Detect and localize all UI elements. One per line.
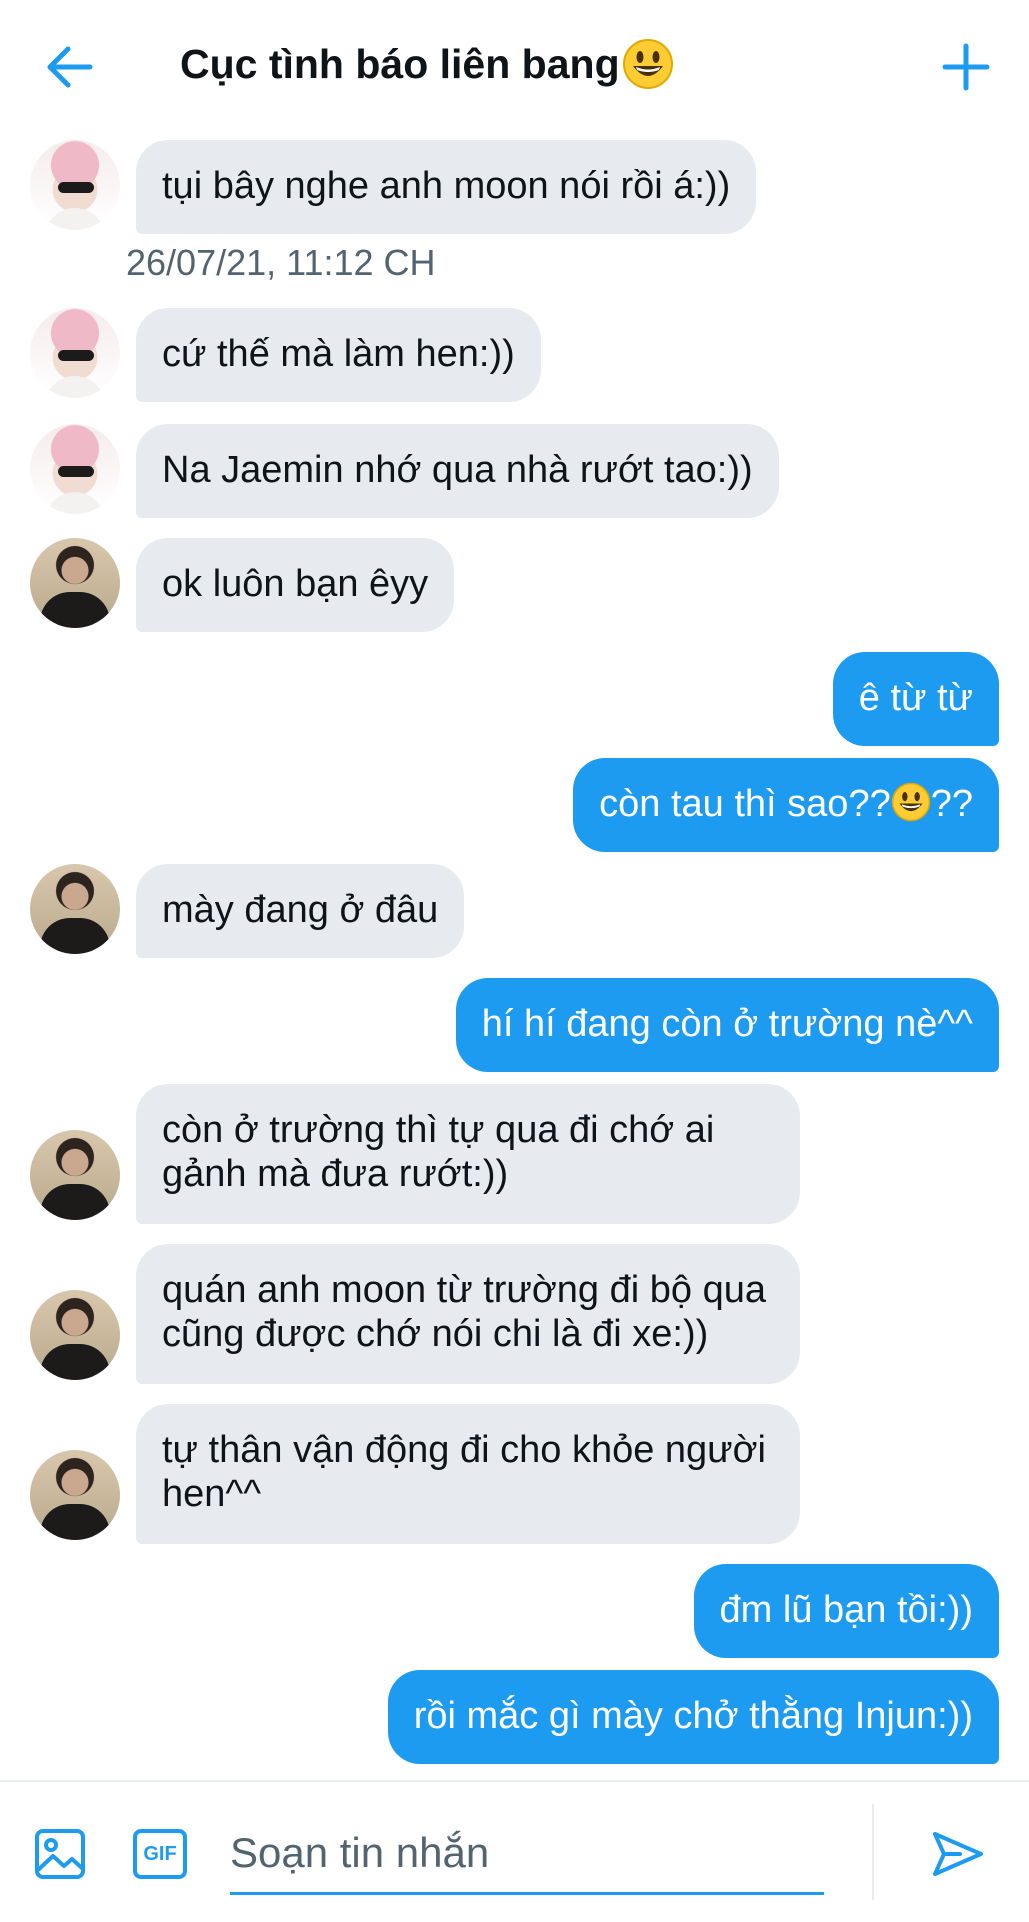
message-text: mày đang ở đâu (162, 889, 439, 931)
avatar[interactable] (30, 1450, 120, 1540)
gif-label: GIF (143, 1843, 177, 1865)
send-icon[interactable] (930, 1826, 986, 1882)
message-text: hí hí đang còn ở trường nè^^ (481, 1003, 973, 1045)
message-text: ok luôn bạn êyy (162, 563, 429, 605)
avatar[interactable] (30, 864, 120, 954)
message-bubble-incoming[interactable]: Na Jaemin nhớ qua nhà rướt tao:)) (136, 424, 779, 518)
message-composer: GIF (0, 1780, 1029, 1922)
conversation-title-text: Cục tình báo liên bang (180, 40, 620, 87)
message-text-after: ?? (930, 783, 973, 825)
message-bubble-outgoing[interactable]: đm lũ bạn tồi:)) (693, 1564, 999, 1658)
gif-button[interactable]: GIF (132, 1828, 188, 1880)
message-bubble-outgoing[interactable]: ê từ từ (832, 652, 999, 746)
message-bubble-outgoing[interactable]: rồi mắc gì mày chở thằng Injun:)) (387, 1670, 999, 1764)
message-bubble-incoming[interactable]: còn ở trường thì tự qua đi chớ ai gảnh m… (136, 1084, 800, 1224)
message-text: tụi bây nghe anh moon nói rồi á:)) (162, 165, 731, 207)
message-thread[interactable]: tụi bây nghe anh moon nói rồi á:)) 26/07… (0, 130, 1029, 1780)
composer-divider (872, 1804, 874, 1900)
message-text-before: còn tau thì sao?? (599, 783, 891, 825)
message-text-line: gảnh mà đưa rướt:)) (162, 1153, 509, 1195)
message-bubble-incoming[interactable]: tụi bây nghe anh moon nói rồi á:)) (136, 140, 757, 234)
conversation-title[interactable]: Cục tình báo liên bang (180, 38, 674, 90)
message-bubble-incoming[interactable]: ok luôn bạn êyy (136, 538, 455, 632)
avatar[interactable] (30, 140, 120, 230)
message-text-line: tự thân vận động đi cho khỏe người (162, 1429, 766, 1471)
message-text: Na Jaemin nhớ qua nhà rướt tao:)) (162, 449, 753, 491)
avatar[interactable] (30, 1290, 120, 1380)
message-text-line: còn ở trường thì tự qua đi chớ ai (162, 1109, 715, 1151)
message-bubble-incoming[interactable]: cứ thế mà làm hen:)) (136, 308, 541, 402)
message-text: ê từ từ (858, 677, 973, 719)
avatar[interactable] (30, 424, 120, 514)
grinning-face-icon (891, 782, 931, 822)
message-input[interactable] (230, 1814, 824, 1895)
message-text: cứ thế mà làm hen:)) (162, 333, 515, 375)
message-bubble-outgoing[interactable]: hí hí đang còn ở trường nè^^ (455, 978, 999, 1072)
avatar[interactable] (30, 1130, 120, 1220)
message-bubble-incoming[interactable]: tự thân vận động đi cho khỏe người hen^^ (136, 1404, 800, 1544)
arrow-left-icon[interactable] (44, 44, 94, 90)
message-bubble-incoming[interactable]: quán anh moon từ trường đi bộ qua cũng đ… (136, 1244, 800, 1384)
message-text: đm lũ bạn tồi:)) (719, 1589, 973, 1631)
message-text-line: hen^^ (162, 1473, 262, 1515)
message-timestamp: 26/07/21, 11:12 CH (126, 242, 436, 283)
message-bubble-outgoing[interactable]: còn tau thì sao???? (573, 758, 999, 852)
plus-icon[interactable] (941, 42, 991, 92)
image-icon[interactable] (34, 1828, 86, 1880)
conversation-header: Cục tình báo liên bang (0, 0, 1029, 130)
avatar[interactable] (30, 538, 120, 628)
message-text-line: cũng được chớ nói chi là đi xe:)) (162, 1313, 709, 1355)
avatar[interactable] (30, 308, 120, 398)
message-text: rồi mắc gì mày chở thằng Injun:)) (413, 1695, 973, 1737)
message-text-line: quán anh moon từ trường đi bộ qua (162, 1269, 766, 1311)
grinning-face-icon (622, 38, 674, 90)
message-bubble-incoming[interactable]: mày đang ở đâu (136, 864, 465, 958)
